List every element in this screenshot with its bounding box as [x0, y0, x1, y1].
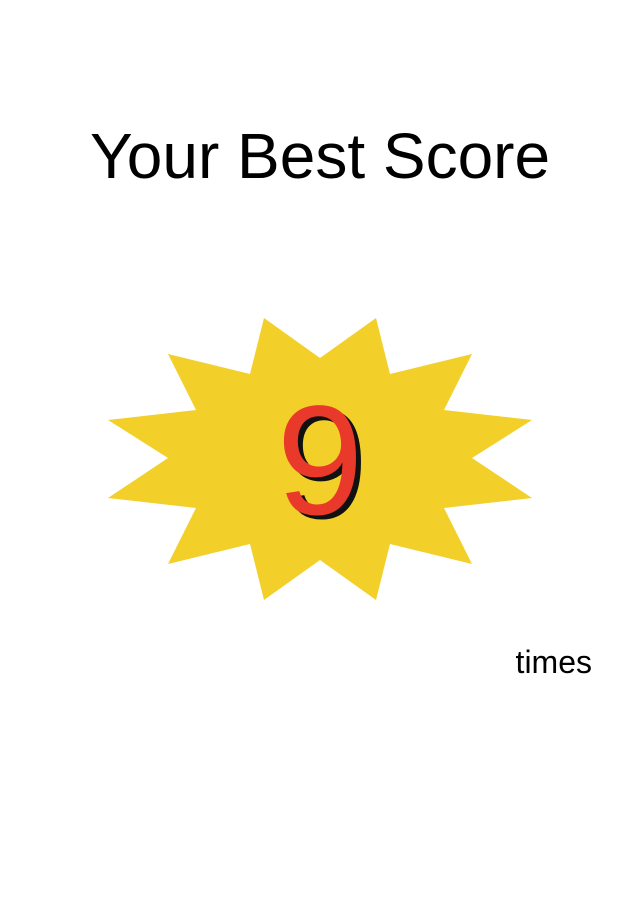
score-unit-label: times [515, 644, 592, 680]
best-score-screen: Your Best Score 9 9 times [0, 0, 640, 920]
score-display: 9 9 [106, 316, 534, 602]
page-title: Your Best Score [89, 120, 551, 192]
score-value: 9 [276, 374, 364, 548]
